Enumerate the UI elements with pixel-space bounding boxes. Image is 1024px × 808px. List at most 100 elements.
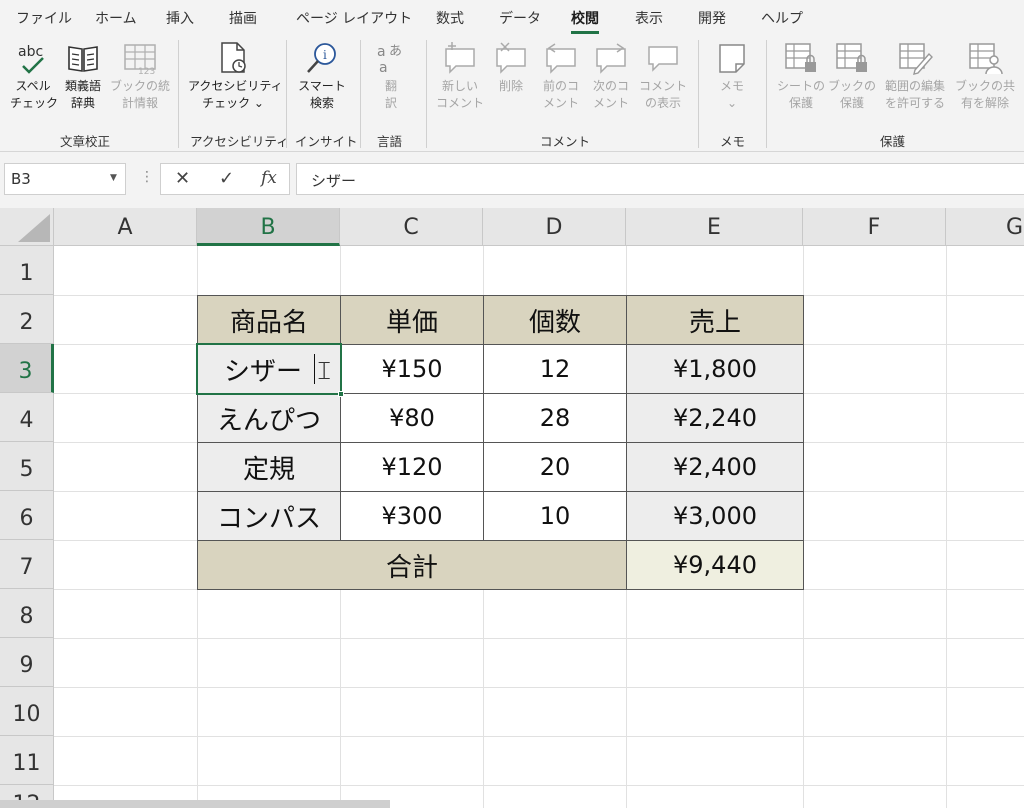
cell-d3[interactable]: 12 (483, 344, 627, 394)
fill-handle[interactable] (338, 391, 344, 397)
select-all-button[interactable] (0, 208, 54, 246)
horizontal-scrollbar[interactable] (0, 800, 390, 808)
column-header-b[interactable]: B (197, 208, 340, 246)
smart-lookup-button[interactable]: i スマート 検索 (296, 40, 348, 122)
next-comment-button[interactable]: 次のコ メント (588, 40, 634, 122)
tab-data[interactable]: データ (499, 8, 541, 28)
workbook-statistics-button[interactable]: 123 ブックの統 計情報 (108, 40, 172, 122)
search-info-icon: i (307, 43, 336, 73)
formula-input[interactable]: シザー (296, 163, 1024, 195)
spelling-button[interactable]: abc スペル チェック (10, 40, 58, 122)
formula-bar-grip-icon[interactable]: ⋮ (140, 169, 154, 185)
tab-file[interactable]: ファイル (16, 8, 72, 28)
column-header-c[interactable]: C (340, 208, 483, 246)
previous-comment-label-2: メント (542, 96, 579, 110)
smart-lookup-label-1: スマート (298, 79, 346, 93)
protect-sheet-button[interactable]: シートの 保護 (774, 40, 828, 122)
notes-label-1: メモ (719, 79, 744, 93)
delete-comment-button[interactable]: 削除 (488, 40, 534, 122)
spreadsheet-grid[interactable]: A B C D E F G 1 2 3 4 5 6 7 8 9 10 11 12… (0, 208, 1024, 808)
cell-d5[interactable]: 20 (483, 442, 627, 492)
thesaurus-button[interactable]: 類義語 辞典 (60, 40, 106, 122)
tab-view[interactable]: 表示 (635, 8, 663, 28)
column-header-f[interactable]: F (803, 208, 946, 246)
cell-e6[interactable]: ¥3,000 (626, 491, 804, 541)
allow-edit-ranges-button[interactable]: 範囲の編集 を許可する (878, 40, 952, 122)
ribbon: abc スペル チェック 類義語 辞典 123 ブックの統 計情報 アクセシビリ… (0, 34, 1024, 152)
accessibility-icon (221, 42, 246, 73)
edit-ranges-icon (899, 43, 933, 75)
row-header-1[interactable]: 1 (0, 246, 54, 295)
book-icon (68, 46, 98, 72)
gridline (54, 638, 1024, 639)
thesaurus-label-2: 辞典 (70, 96, 95, 110)
tab-developer[interactable]: 開発 (698, 8, 726, 28)
tab-page-layout[interactable]: ページ レイアウト (296, 8, 412, 28)
row-header-6[interactable]: 6 (0, 491, 54, 540)
table-header-price[interactable]: 単価 (340, 295, 484, 345)
show-comments-icon (648, 46, 678, 72)
new-comment-label-2: コメント (435, 96, 484, 110)
cell-e4[interactable]: ¥2,240 (626, 393, 804, 443)
tab-formulas[interactable]: 数式 (436, 8, 464, 28)
protect-workbook-button[interactable]: ブックの 保護 (828, 40, 876, 122)
tab-insert[interactable]: 挿入 (166, 8, 194, 28)
table-header-product[interactable]: 商品名 (197, 295, 341, 345)
enter-icon[interactable]: ✓ (219, 168, 234, 189)
cell-e5[interactable]: ¥2,400 (626, 442, 804, 492)
row-header-5[interactable]: 5 (0, 442, 54, 491)
column-header-e[interactable]: E (626, 208, 803, 246)
row-header-3[interactable]: 3 (0, 344, 54, 393)
cell-b5[interactable]: 定規 (197, 442, 341, 492)
tab-home[interactable]: ホーム (95, 8, 137, 28)
translate-label-1: 翻 (384, 79, 397, 93)
row-header-11[interactable]: 11 (0, 736, 54, 785)
column-header-a[interactable]: A (54, 208, 197, 246)
name-box-dropdown-icon[interactable]: ▼ (110, 173, 117, 183)
new-comment-button[interactable]: 新しい コメント (434, 40, 486, 122)
ribbon-separator (360, 40, 361, 148)
protect-workbook-label-1: ブックの (828, 79, 877, 93)
ribbon-separator (426, 40, 427, 148)
cell-c6[interactable]: ¥300 (340, 491, 484, 541)
row-header-8[interactable]: 8 (0, 589, 54, 638)
tab-draw[interactable]: 描画 (229, 8, 257, 28)
cancel-icon[interactable]: ✕ (175, 168, 190, 189)
notes-button[interactable]: メモ ⌄ (708, 40, 756, 122)
row-header-9[interactable]: 9 (0, 638, 54, 687)
show-comments-button[interactable]: コメント の表示 (636, 40, 690, 122)
ibeam-cursor-icon: 𝙸 (315, 356, 334, 386)
row-header-2[interactable]: 2 (0, 295, 54, 344)
cell-b4[interactable]: えんぴつ (197, 393, 341, 443)
name-box[interactable]: B3 (4, 163, 126, 195)
cell-e3[interactable]: ¥1,800 (626, 344, 804, 394)
cell-c4[interactable]: ¥80 (340, 393, 484, 443)
unshare-workbook-button[interactable]: ブックの共 有を解除 (954, 40, 1016, 122)
cell-c3[interactable]: ¥150 (340, 344, 484, 394)
total-label-cell[interactable]: 合計 (197, 540, 627, 590)
ribbon-separator (698, 40, 699, 148)
previous-comment-button[interactable]: 前のコ メント (538, 40, 584, 122)
table-header-qty[interactable]: 個数 (483, 295, 627, 345)
total-value-cell[interactable]: ¥9,440 (626, 540, 804, 590)
table-header-sales[interactable]: 売上 (626, 295, 804, 345)
translate-button[interactable]: a あ a 翻 訳 (366, 40, 416, 122)
tab-review[interactable]: 校閲 (571, 8, 599, 34)
cell-b6[interactable]: コンパス (197, 491, 341, 541)
row-header-10[interactable]: 10 (0, 687, 54, 736)
cell-d4[interactable]: 28 (483, 393, 627, 443)
protect-sheet-label-1: シートの (776, 79, 825, 93)
cell-d6[interactable]: 10 (483, 491, 627, 541)
svg-text:abc: abc (18, 44, 43, 60)
svg-text:a: a (377, 44, 386, 60)
tab-help[interactable]: ヘルプ (761, 8, 803, 28)
cell-c5[interactable]: ¥120 (340, 442, 484, 492)
row-header-4[interactable]: 4 (0, 393, 54, 442)
column-header-g[interactable]: G (946, 208, 1024, 246)
ribbon-separator (178, 40, 179, 148)
column-header-d[interactable]: D (483, 208, 626, 246)
accessibility-check-button[interactable]: アクセシビリティ チェック ⌄ (188, 40, 283, 122)
row-header-7[interactable]: 7 (0, 540, 54, 589)
previous-comment-label-1: 前のコ (542, 79, 579, 93)
insert-function-icon[interactable]: fx (261, 168, 277, 188)
